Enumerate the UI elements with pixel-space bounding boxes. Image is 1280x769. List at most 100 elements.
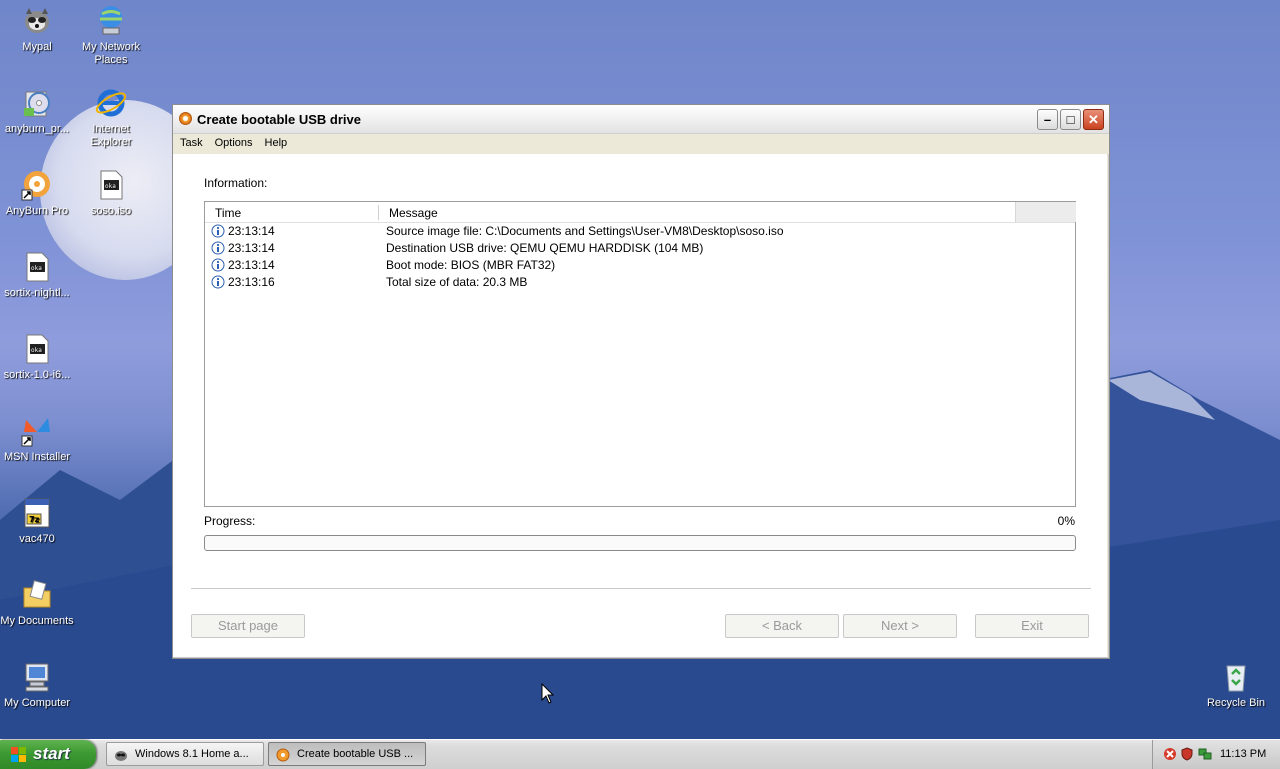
desktop-icon-label: My Network Places xyxy=(81,41,141,66)
security-alert-icon[interactable] xyxy=(1163,747,1177,761)
window-titlebar[interactable]: Create bootable USB drive – □ ✕ xyxy=(173,105,1109,134)
log-message: Destination USB drive: QEMU QEMU HARDDIS… xyxy=(386,241,704,255)
svg-text:oka: oka xyxy=(31,347,42,354)
info-icon xyxy=(211,275,225,289)
raccoon-icon xyxy=(115,751,127,761)
menu-bar: Task Options Help xyxy=(173,134,1109,155)
svg-text:oka: oka xyxy=(31,265,42,272)
desktop-icon-anyburn-pro[interactable]: AnyBurn Pro xyxy=(0,168,75,218)
desktop-icon-network-places[interactable]: My Network Places xyxy=(73,4,149,67)
desktop-icon-recycle-bin[interactable]: Recycle Bin xyxy=(1198,660,1274,710)
info-icon xyxy=(211,224,225,238)
log-message: Total size of data: 20.3 MB xyxy=(386,275,528,289)
windows-flag-icon xyxy=(11,747,26,762)
create-bootable-usb-window: Create bootable USB drive – □ ✕ Task Opti… xyxy=(172,104,1110,659)
msn-butterfly-icon xyxy=(20,414,54,448)
desktop-icon-label: AnyBurn Pro xyxy=(5,205,69,217)
shield-icon[interactable] xyxy=(1180,747,1194,761)
svg-text:7z: 7z xyxy=(29,515,40,524)
exit-button[interactable]: Exit xyxy=(975,614,1089,638)
anyburn-app-icon xyxy=(276,748,290,762)
menu-options[interactable]: Options xyxy=(208,134,258,149)
menu-help[interactable]: Help xyxy=(258,134,293,149)
information-label: Information: xyxy=(204,176,268,190)
minimize-button[interactable]: – xyxy=(1037,109,1058,130)
desktop-icon-label: Internet Explorer xyxy=(90,123,132,148)
mouse-cursor-icon xyxy=(541,683,555,704)
desktop-icon-label: Recycle Bin xyxy=(1206,697,1266,709)
desktop-icon-label: soso.iso xyxy=(90,205,132,217)
desktop-icon-my-computer[interactable]: My Computer xyxy=(0,660,75,710)
window-content: Information: Time Message 23:13:14 Sourc… xyxy=(173,154,1107,657)
window-title: Create bootable USB drive xyxy=(197,112,361,127)
desktop-icon-my-documents[interactable]: My Documents xyxy=(0,578,75,628)
button-divider xyxy=(191,588,1091,589)
iso-file-icon: oka xyxy=(20,332,54,366)
installer-cd-icon xyxy=(20,86,54,120)
column-header-filler xyxy=(1015,202,1076,222)
anyburn-disc-icon xyxy=(20,168,54,202)
iso-file-icon: oka xyxy=(94,168,128,202)
recycle-bin-icon xyxy=(1219,660,1253,694)
desktop-icon-mypal[interactable]: Mypal xyxy=(0,4,75,54)
internet-explorer-icon xyxy=(94,86,128,120)
iso-file-icon: oka xyxy=(20,250,54,284)
maximize-button[interactable]: □ xyxy=(1060,109,1081,130)
my-documents-icon xyxy=(20,578,54,612)
desktop-icon-msn-installer[interactable]: MSN Installer xyxy=(0,414,75,464)
desktop-icon-anyburn-installer[interactable]: anyburn_pr... xyxy=(0,86,75,136)
log-message: Source image file: C:\Documents and Sett… xyxy=(386,224,784,238)
close-button[interactable]: ✕ xyxy=(1083,109,1104,130)
maximize-icon: □ xyxy=(1066,112,1075,127)
desktop-icon-label: vac470 xyxy=(19,533,55,545)
my-computer-icon xyxy=(20,660,54,694)
column-header-message[interactable]: Message xyxy=(389,206,438,220)
taskbar: start Windows 8.1 Home a... Create boota… xyxy=(0,739,1280,769)
desktop-icon-label: My Computer xyxy=(3,697,71,709)
desktop-icon-label: sortix-1.0-i6... xyxy=(3,369,71,381)
log-time: 23:13:14 xyxy=(228,258,275,272)
desktop-icon-sortix-nightly[interactable]: oka sortix-nightl... xyxy=(0,250,75,300)
anyburn-app-icon xyxy=(179,112,192,125)
menu-task[interactable]: Task xyxy=(173,134,208,149)
network-icon[interactable] xyxy=(1198,747,1212,761)
start-page-button[interactable]: Start page xyxy=(191,614,305,638)
clock[interactable]: 11:13 PM xyxy=(1220,748,1266,760)
desktop-icon-soso-iso[interactable]: oka soso.iso xyxy=(73,168,149,218)
desktop-icon-label: sortix-nightl... xyxy=(4,287,70,299)
log-time: 23:13:14 xyxy=(228,224,275,238)
log-time: 23:13:16 xyxy=(228,275,275,289)
taskbar-item-label: Windows 8.1 Home a... xyxy=(135,748,249,760)
taskbar-item-label: Create bootable USB ... xyxy=(297,748,414,760)
progress-percent: 0% xyxy=(1057,514,1075,528)
log-message: Boot mode: BIOS (MBR FAT32) xyxy=(386,258,556,272)
info-icon xyxy=(211,258,225,272)
network-places-icon xyxy=(94,4,128,38)
taskbar-item-windows-8.1[interactable]: Windows 8.1 Home a... xyxy=(106,742,264,766)
desktop-icon-sortix-1.0[interactable]: oka sortix-1.0-i6... xyxy=(0,332,75,382)
column-separator[interactable] xyxy=(378,205,379,220)
raccoon-icon xyxy=(20,4,54,38)
desktop-icon-vac470[interactable]: 7z vac470 xyxy=(0,496,75,546)
desktop-icon-label: Mypal xyxy=(22,41,52,53)
info-icon xyxy=(211,241,225,255)
column-header-time[interactable]: Time xyxy=(215,206,241,220)
information-log-list[interactable]: Time Message 23:13:14 Source image file:… xyxy=(204,201,1076,507)
7zip-archive-icon: 7z xyxy=(20,496,54,530)
minimize-icon: – xyxy=(1043,112,1052,127)
desktop-icon-label: My Documents xyxy=(0,615,74,627)
close-icon: ✕ xyxy=(1088,112,1099,127)
taskbar-item-create-bootable-usb[interactable]: Create bootable USB ... xyxy=(268,742,426,766)
system-tray: 11:13 PM xyxy=(1152,740,1280,769)
progress-label: Progress: xyxy=(204,514,256,528)
next-button[interactable]: Next > xyxy=(843,614,957,638)
desktop-icon-internet-explorer[interactable]: Internet Explorer xyxy=(73,86,149,149)
start-label: start xyxy=(33,744,70,763)
list-header: Time Message xyxy=(205,202,1076,223)
desktop-icon-label: anyburn_pr... xyxy=(4,123,70,135)
svg-text:oka: oka xyxy=(105,183,116,190)
back-button[interactable]: < Back xyxy=(725,614,839,638)
start-button[interactable]: start xyxy=(0,740,96,769)
desktop-icon-label: MSN Installer xyxy=(3,451,71,463)
log-time: 23:13:14 xyxy=(228,241,275,255)
